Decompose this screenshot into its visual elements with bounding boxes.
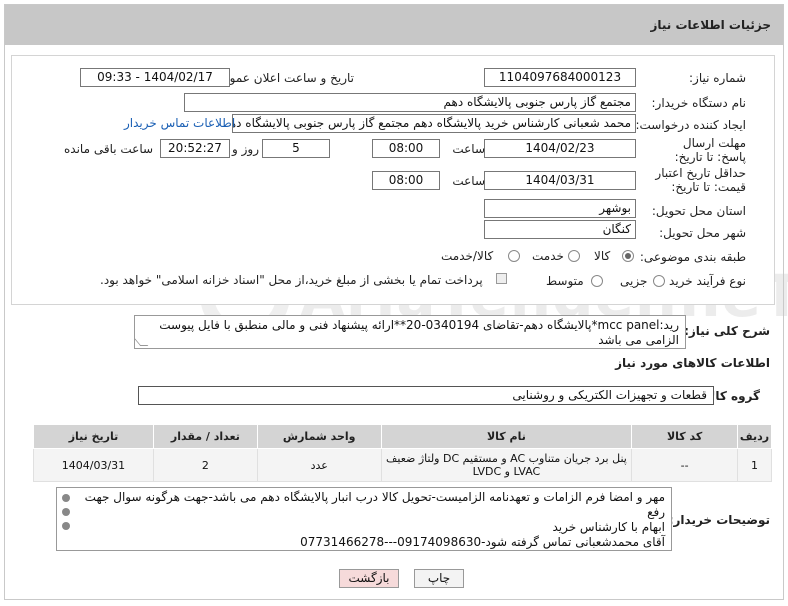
notes-line: مهر و امضا فرم الزامات و تعهدنامه الزامی…	[84, 490, 665, 519]
scroll-up-icon[interactable]	[62, 494, 70, 502]
creator-field: محمد شعبانی کارشناس خرید پالایشگاه دهم م…	[232, 114, 636, 133]
process-label: نوع فرآیند خرید :	[661, 274, 746, 288]
need-number-label: شماره نیاز:	[689, 71, 746, 85]
time-remaining-field: 20:52:27	[160, 139, 230, 158]
province-field: بوشهر	[484, 199, 636, 218]
process-option-minor: جزیی	[620, 274, 648, 288]
col-row: ردیف	[737, 424, 772, 449]
city-field: کنگان	[484, 220, 636, 239]
notes-line: آقای محمدشعبانی تماس گرفته شود-091740986…	[300, 535, 665, 549]
buyer-contact-link[interactable]: اطلاعات تماس خریدار	[124, 116, 235, 130]
cell-code: --	[631, 448, 739, 482]
process-option-medium: متوسط	[546, 274, 584, 288]
buyer-notes-label: توضیحات خریدار:	[668, 513, 770, 527]
time-remaining-label: ساعت باقی مانده	[64, 142, 154, 156]
description-label: شرح کلی نیاز:	[684, 324, 770, 338]
days-remaining-field: 5	[262, 139, 330, 158]
category-label: طبقه بندی موضوعی:	[639, 250, 746, 264]
category-option-goods-service: کالا/خدمت	[441, 249, 494, 263]
cell-qty: 2	[152, 448, 258, 482]
process-radio-medium[interactable]	[591, 275, 603, 287]
province-label: استان محل تحویل:	[651, 204, 746, 218]
deadline-time-field: 08:00	[372, 139, 440, 158]
min-price-label: حداقل تاریخ اعتبار قیمت: تا تاریخ:	[655, 166, 746, 194]
need-number-field: 1104097684000123	[484, 68, 636, 87]
announce-date-field: 1404/02/17 - 09:33	[80, 68, 230, 87]
notes-line: ابهام با کارشناس خرید	[552, 520, 665, 534]
deadline-date-field: 1404/02/23	[484, 139, 636, 158]
col-code: کد کالا	[631, 424, 739, 449]
col-unit: واحد شمارش	[256, 424, 382, 449]
description-text: رید:mcc panel*پالایشگاه دهم-تقاضای 03401…	[159, 318, 679, 347]
category-radio-service[interactable]	[568, 250, 580, 262]
city-label: شهر محل تحویل:	[659, 226, 746, 240]
buyer-field: مجتمع گاز پارس جنوبی پالایشگاه دهم	[184, 93, 636, 112]
deadline-label: مهلت ارسال پاسخ: تا تاریخ:	[674, 136, 746, 164]
panel-header: جزئیات اطلاعات نیاز	[5, 5, 783, 45]
min-price-date-field: 1404/03/31	[484, 171, 636, 190]
col-name: نام کالا	[380, 424, 633, 449]
print-button[interactable]: چاپ	[414, 569, 464, 588]
goods-section-title: اطلاعات کالاهای مورد نیاز	[615, 356, 770, 370]
goods-group-field: قطعات و تجهیزات الکتریکی و روشنایی	[138, 386, 714, 405]
category-radio-goods[interactable]	[622, 250, 634, 262]
process-radio-minor[interactable]	[653, 275, 665, 287]
back-button[interactable]: بازگشت	[339, 569, 399, 588]
days-label: روز و	[232, 142, 259, 156]
treasury-payment-checkbox[interactable]	[496, 273, 507, 284]
goods-table: ردیف کد کالا نام کالا واحد شمارش تعداد /…	[33, 424, 772, 482]
buyer-notes-textarea[interactable]: مهر و امضا فرم الزامات و تعهدنامه الزامی…	[56, 487, 672, 551]
cell-name: پنل برد جریان متناوب AC و مستقیم DC ولتا…	[380, 448, 633, 482]
col-date: تاریخ نیاز	[33, 424, 154, 449]
resize-handle-icon[interactable]	[135, 338, 149, 346]
col-qty: تعداد / مقدار	[152, 424, 258, 449]
deadline-time-label: ساعت	[452, 142, 485, 156]
panel-title: جزئیات اطلاعات نیاز	[650, 18, 771, 32]
description-textarea[interactable]: رید:mcc panel*پالایشگاه دهم-تقاضای 03401…	[134, 315, 686, 349]
table-row: 1 -- پنل برد جریان متناوب AC و مستقیم DC…	[33, 448, 772, 482]
cell-row: 1	[737, 448, 772, 482]
announce-date-label: تاریخ و ساعت اعلان عمومی:	[209, 71, 354, 85]
scroll-thumb-icon[interactable]	[62, 508, 70, 516]
cell-unit: عدد	[256, 448, 382, 482]
min-price-time-label: ساعت	[452, 174, 485, 188]
category-radio-goods-service[interactable]	[508, 250, 520, 262]
scroll-down-icon[interactable]	[62, 522, 70, 530]
cell-date: 1404/03/31	[33, 448, 154, 482]
buyer-label: نام دستگاه خریدار:	[651, 96, 747, 110]
treasury-payment-note: پرداخت تمام یا بخشی از مبلغ خرید،از محل …	[100, 273, 483, 287]
category-option-service: خدمت	[532, 249, 564, 263]
creator-label: ایجاد کننده درخواست:	[635, 118, 746, 132]
category-option-goods: کالا	[594, 249, 611, 263]
min-price-time-field: 08:00	[372, 171, 440, 190]
